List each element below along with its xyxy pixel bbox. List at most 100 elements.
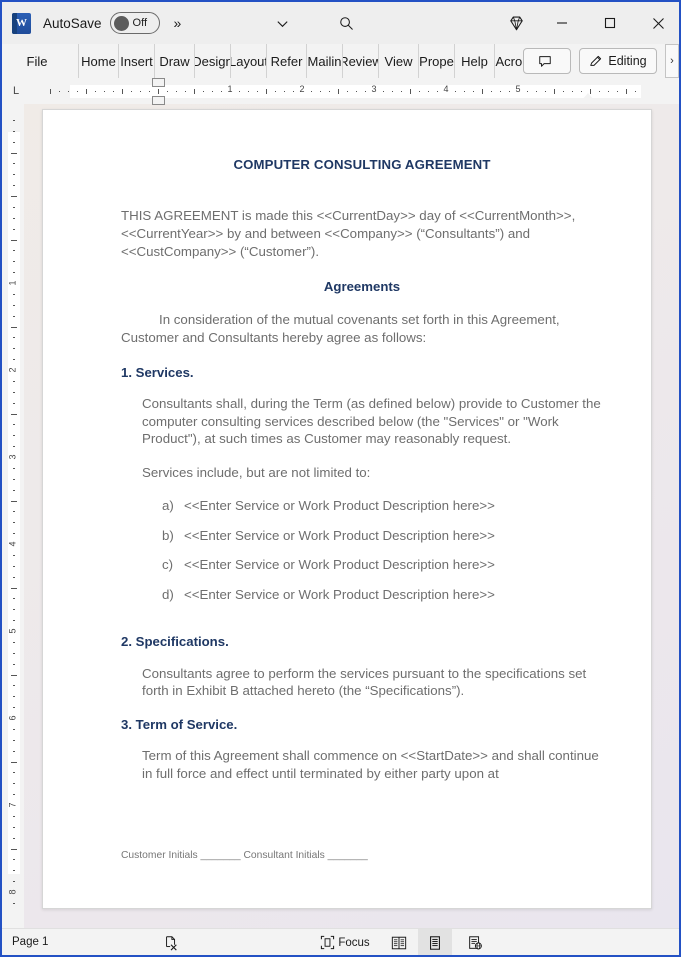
left-indent-marker[interactable] (152, 95, 165, 105)
autosave-label: AutoSave (43, 15, 102, 31)
ruler-tick (13, 598, 15, 600)
ruler-tick (13, 489, 15, 491)
tab-mailings[interactable]: Mailin (306, 44, 342, 78)
ruler-tick (13, 663, 15, 665)
ruler-left-margin-area (41, 84, 70, 98)
ruler-tick (608, 90, 609, 92)
editing-mode-button[interactable]: Editing (579, 48, 657, 74)
vertical-ruler[interactable]: 1 2 3 4 5 6 7 8 (2, 104, 24, 928)
ruler-tick (13, 815, 15, 817)
word-app-icon: W (12, 12, 31, 34)
ruler-tick (320, 90, 321, 92)
tab-layout[interactable]: Layout (230, 44, 266, 78)
quick-access-more-button[interactable]: » (174, 15, 182, 31)
tab-stop-selector[interactable]: L (2, 78, 30, 104)
ruler-tick (113, 90, 114, 92)
document-page[interactable]: COMPUTER CONSULTING AGREEMENT THIS AGREE… (42, 109, 652, 909)
tab-design[interactable]: Design (194, 44, 230, 78)
ruler-tick (239, 90, 240, 92)
read-mode-icon[interactable] (384, 929, 414, 955)
editing-button-label: Editing (608, 54, 647, 68)
ruler-tick (482, 88, 483, 94)
ruler-tick (338, 88, 339, 94)
focus-label: Focus (338, 936, 370, 949)
tab-draw[interactable]: Draw (154, 44, 194, 78)
tab-help[interactable]: Help (454, 44, 494, 78)
document-scroll-area[interactable]: COMPUTER CONSULTING AGREEMENT THIS AGREE… (24, 104, 679, 928)
ribbon-overflow-button[interactable]: › (665, 44, 679, 78)
ruler-number: 1 (7, 280, 18, 286)
minimize-button[interactable] (539, 8, 585, 38)
consideration-paragraph: In consideration of the mutual covenants… (121, 312, 560, 346)
close-button[interactable] (635, 8, 679, 38)
ruler-tick (365, 90, 366, 92)
ruler-tick (11, 587, 17, 589)
chevron-down-icon[interactable] (268, 11, 296, 35)
tab-view[interactable]: View (378, 44, 418, 78)
section-2-heading: 2. Specifications. (121, 634, 229, 650)
ruler-tick (13, 424, 15, 426)
ruler-tick (13, 739, 15, 741)
section-3-paragraph: Term of this Agreement shall commence on… (142, 748, 599, 781)
ruler-tick (13, 859, 15, 861)
focus-mode-button[interactable]: Focus (314, 929, 376, 955)
tab-home[interactable]: Home (78, 44, 118, 78)
ruler-tick (86, 88, 87, 94)
ruler-number: 5 (515, 83, 521, 94)
ruler-tick (473, 90, 474, 92)
ruler-tick (266, 88, 267, 94)
diamond-icon[interactable] (502, 11, 530, 35)
ruler-tick (527, 90, 528, 92)
ruler-tick (248, 90, 249, 92)
title-bar: W AutoSave Off » (2, 2, 679, 44)
document-workspace: 1 2 3 4 5 6 7 8 COMPUTER CONSULTING AGREEMENT T… (2, 104, 679, 928)
ruler-tick (11, 761, 17, 763)
ruler-tick (167, 90, 168, 92)
ribbon-right-controls: Editing › (523, 44, 679, 78)
ruler-tick (59, 90, 60, 92)
ruler-tick (13, 402, 15, 404)
intro-paragraph: THIS AGREEMENT is made this <<CurrentDay… (121, 208, 576, 259)
ruler-tick (455, 90, 456, 92)
ruler-tick (509, 90, 510, 92)
list-item-text: <<Enter Service or Work Product Descript… (184, 586, 495, 602)
maximize-button[interactable] (587, 8, 633, 38)
print-layout-icon[interactable] (418, 929, 452, 955)
ruler-tick (572, 90, 573, 92)
ruler-tick (104, 90, 105, 92)
ruler-tick (13, 293, 15, 295)
tab-references[interactable]: Refer (266, 44, 306, 78)
ruler-tick (13, 522, 15, 524)
search-icon[interactable] (332, 11, 360, 35)
ruler-tick (13, 141, 15, 143)
ruler-tick (13, 174, 15, 176)
web-layout-icon[interactable] (460, 929, 490, 955)
autosave-toggle-knob (113, 15, 129, 31)
ruler-tick (13, 304, 15, 306)
right-indent-marker[interactable] (582, 92, 594, 100)
horizontal-ruler[interactable]: 1 2 3 4 5 (30, 77, 671, 105)
autosave-toggle[interactable]: Off (109, 12, 160, 34)
ruler-tick (491, 90, 492, 92)
ruler-tick (13, 119, 15, 121)
ruler-tick (635, 90, 636, 92)
status-bar: Page 1 Focus (2, 928, 679, 955)
ruler-number: 1 (227, 83, 233, 94)
ruler-tick (437, 90, 438, 92)
ruler-number: 6 (7, 715, 18, 721)
ruler-tick (536, 90, 537, 92)
page-number-indicator[interactable]: Page 1 (12, 936, 48, 948)
spelling-check-icon[interactable] (154, 929, 188, 955)
ruler-tick (13, 533, 15, 535)
hanging-indent-marker[interactable] (152, 77, 165, 87)
tab-file[interactable]: File (18, 44, 56, 78)
comment-button[interactable] (523, 48, 571, 74)
tab-insert[interactable]: Insert (118, 44, 154, 78)
ruler-tick (11, 152, 17, 154)
ruler-tick (13, 565, 15, 567)
ruler-tick (419, 90, 420, 92)
tab-review[interactable]: Review (342, 44, 378, 78)
ruler-tick (275, 90, 276, 92)
ruler-tick (13, 511, 15, 513)
tab-properties[interactable]: Prope (418, 44, 454, 78)
